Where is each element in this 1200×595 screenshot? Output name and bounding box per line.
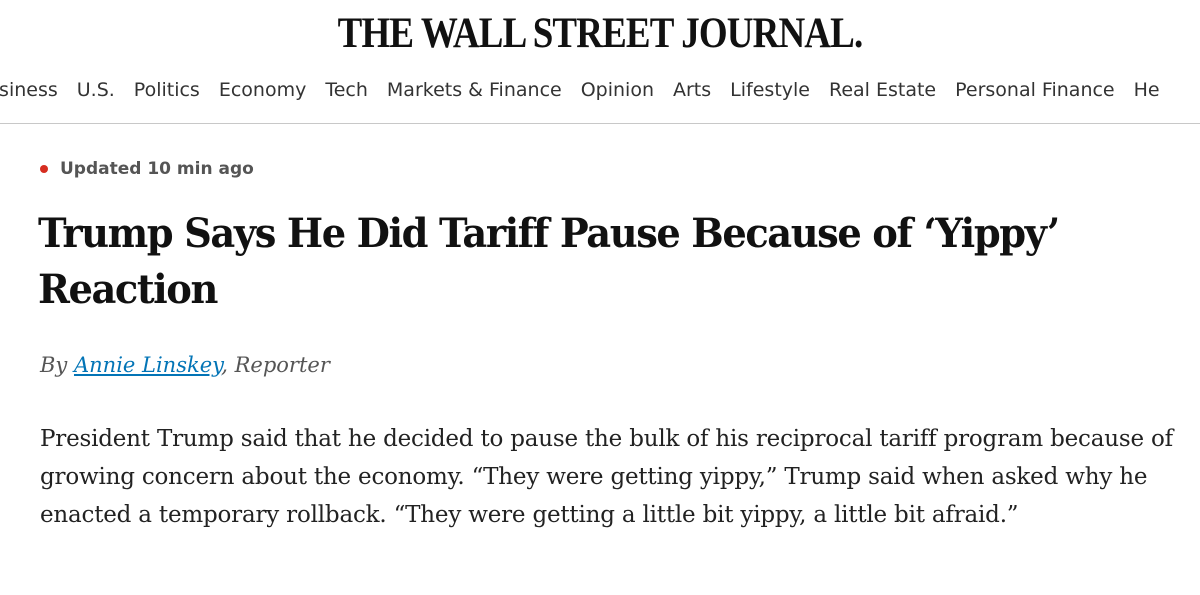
nav-item-politics[interactable]: Politics: [134, 76, 200, 106]
byline-prefix: By: [40, 353, 68, 377]
author-role: Reporter: [234, 353, 330, 377]
byline-separator: ,: [221, 353, 228, 377]
section-nav: usiness U.S. Politics Economy Tech Marke…: [0, 76, 1179, 106]
nav-item-opinion[interactable]: Opinion: [581, 76, 654, 106]
nav-item-economy[interactable]: Economy: [219, 76, 307, 106]
update-status: Updated 10 min ago: [40, 159, 254, 179]
article-headline: Trump Says He Did Tariff Pause Because o…: [38, 210, 1060, 313]
author-link[interactable]: Annie Linskey: [74, 353, 221, 377]
nav-item-business[interactable]: usiness: [0, 76, 58, 106]
live-dot-icon: [40, 165, 48, 173]
nav-item-personal-finance[interactable]: Personal Finance: [955, 76, 1115, 106]
nav-item-arts[interactable]: Arts: [673, 76, 711, 106]
nav-item-tech[interactable]: Tech: [325, 76, 368, 106]
article-body: President Trump said that he decided to …: [40, 426, 1173, 528]
nav-item-markets-finance[interactable]: Markets & Finance: [387, 76, 562, 106]
nav-divider: [0, 123, 1200, 124]
nav-item-health[interactable]: He: [1134, 76, 1160, 106]
masthead-logo[interactable]: THE WALL STREET JOURNAL.: [84, 10, 1116, 58]
nav-item-real-estate[interactable]: Real Estate: [829, 76, 936, 106]
byline: By Annie Linskey, Reporter: [40, 353, 330, 377]
nav-item-lifestyle[interactable]: Lifestyle: [730, 76, 810, 106]
nav-item-us[interactable]: U.S.: [77, 76, 115, 106]
update-status-text: Updated 10 min ago: [60, 159, 254, 179]
